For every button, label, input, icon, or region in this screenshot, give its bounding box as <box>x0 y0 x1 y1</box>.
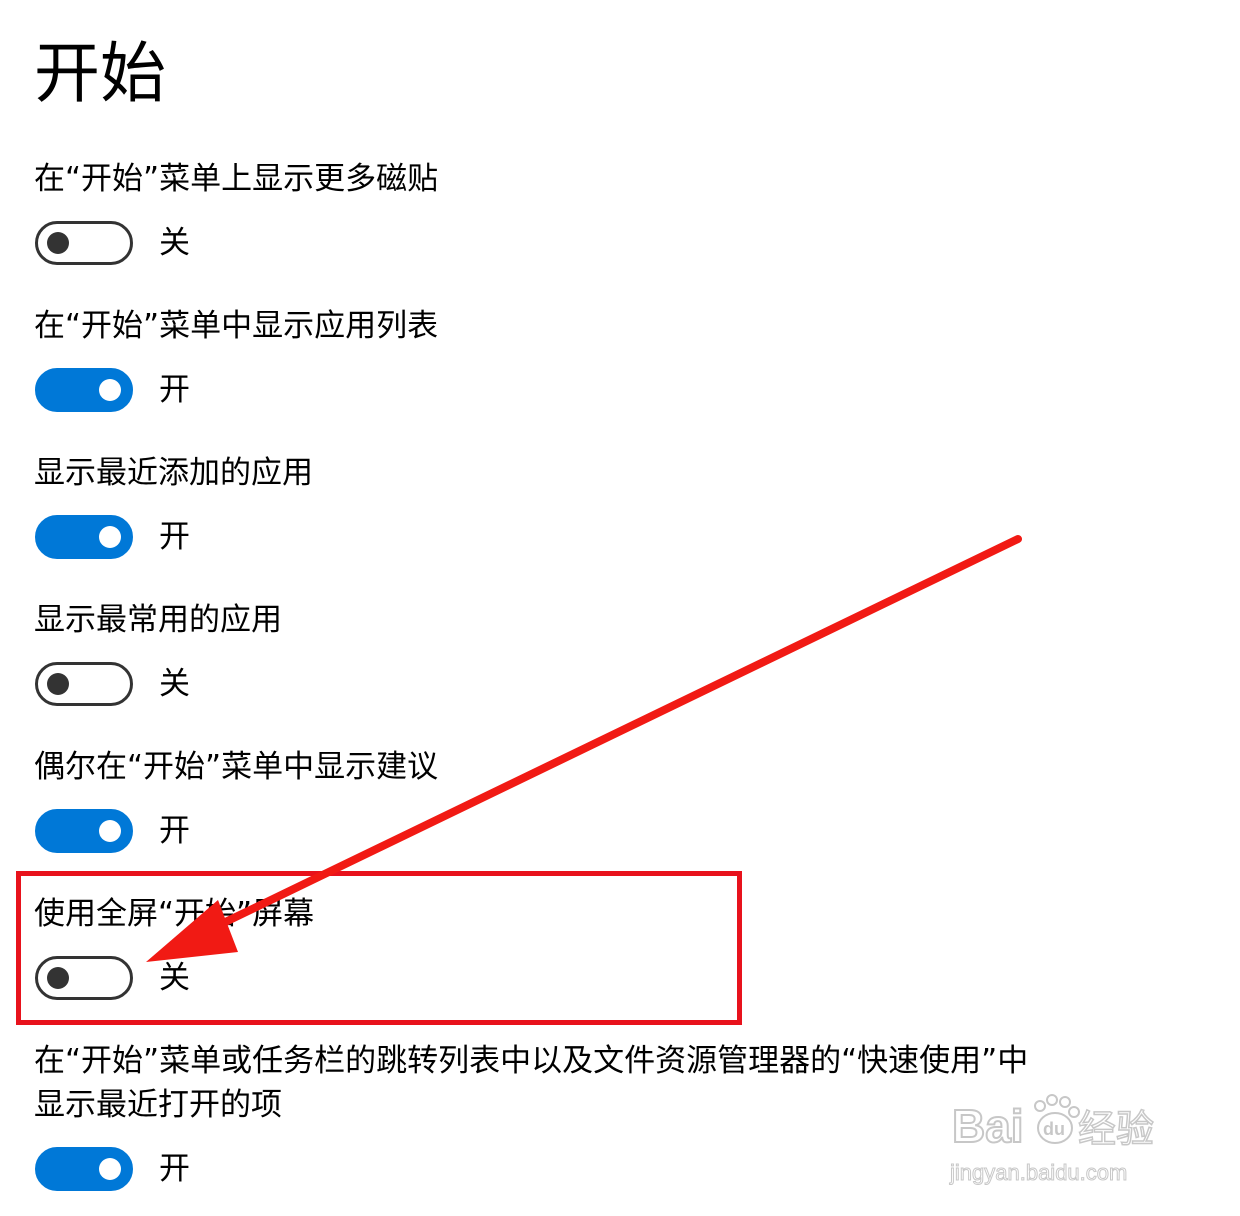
setting-label: 在“开始”菜单上显示更多磁贴 <box>34 161 439 197</box>
toggle-knob <box>99 379 121 401</box>
svg-text:经验: 经验 <box>1078 1107 1154 1151</box>
highlight-box <box>16 871 742 1025</box>
toggle-row: 关 <box>34 662 1054 710</box>
setting-label-line-1: 在“开始”菜单或任务栏的跳转列表中以及文件资源管理器的“快速使用”中 <box>34 1043 1029 1079</box>
toggle-switch-show-most-used[interactable] <box>35 662 133 706</box>
toggle-state-label: 开 <box>159 372 190 408</box>
toggle-knob <box>99 1158 121 1180</box>
toggle-state-label: 开 <box>159 1151 190 1187</box>
toggle-switch-show-suggestions[interactable] <box>35 809 133 853</box>
setting-show-recently-added: 显示最近添加的应用 开 <box>34 451 1054 563</box>
toggle-knob <box>99 820 121 842</box>
toggle-row: 开 <box>34 1147 1054 1195</box>
toggle-switch-show-recently-opened[interactable] <box>35 1147 133 1191</box>
toggle-switch-show-app-list[interactable] <box>35 368 133 412</box>
page-title: 开始 <box>34 35 166 112</box>
toggle-state-label: 开 <box>159 519 190 555</box>
setting-label-line-2: 显示最近打开的项 <box>34 1087 282 1123</box>
toggle-row: 关 <box>34 221 1054 269</box>
toggle-state-label: 关 <box>159 225 190 261</box>
setting-show-suggestions: 偶尔在“开始”菜单中显示建议 开 <box>34 745 1054 857</box>
toggle-state-label: 关 <box>159 666 190 702</box>
paw-icon: du <box>1034 1094 1080 1144</box>
toggle-knob <box>99 526 121 548</box>
toggle-knob <box>47 232 69 254</box>
setting-show-more-tiles: 在“开始”菜单上显示更多磁贴 关 <box>34 157 1054 269</box>
toggle-state-label: 开 <box>159 813 190 849</box>
baidu-watermark-logo: Bai du 经验 jingyan.baidu.com <box>949 1094 1155 1186</box>
svg-text:du: du <box>1043 1119 1065 1139</box>
setting-show-app-list: 在“开始”菜单中显示应用列表 开 <box>34 304 1054 416</box>
setting-show-recently-opened: 在“开始”菜单或任务栏的跳转列表中以及文件资源管理器的“快速使用”中 显示最近打… <box>34 1039 1054 1195</box>
svg-text:jingyan.baidu.com: jingyan.baidu.com <box>949 1160 1127 1185</box>
setting-label: 显示最近添加的应用 <box>34 455 313 491</box>
toggle-row: 开 <box>34 809 1054 857</box>
toggle-row: 开 <box>34 515 1054 563</box>
toggle-row: 开 <box>34 368 1054 416</box>
toggle-knob <box>47 673 69 695</box>
setting-label: 在“开始”菜单中显示应用列表 <box>34 308 439 344</box>
setting-label: 偶尔在“开始”菜单中显示建议 <box>34 749 439 785</box>
toggle-switch-show-recently-added[interactable] <box>35 515 133 559</box>
toggle-switch-show-more-tiles[interactable] <box>35 221 133 265</box>
svg-text:Bai: Bai <box>952 1100 1024 1152</box>
setting-show-most-used: 显示最常用的应用 关 <box>34 598 1054 710</box>
setting-label: 显示最常用的应用 <box>34 602 282 638</box>
